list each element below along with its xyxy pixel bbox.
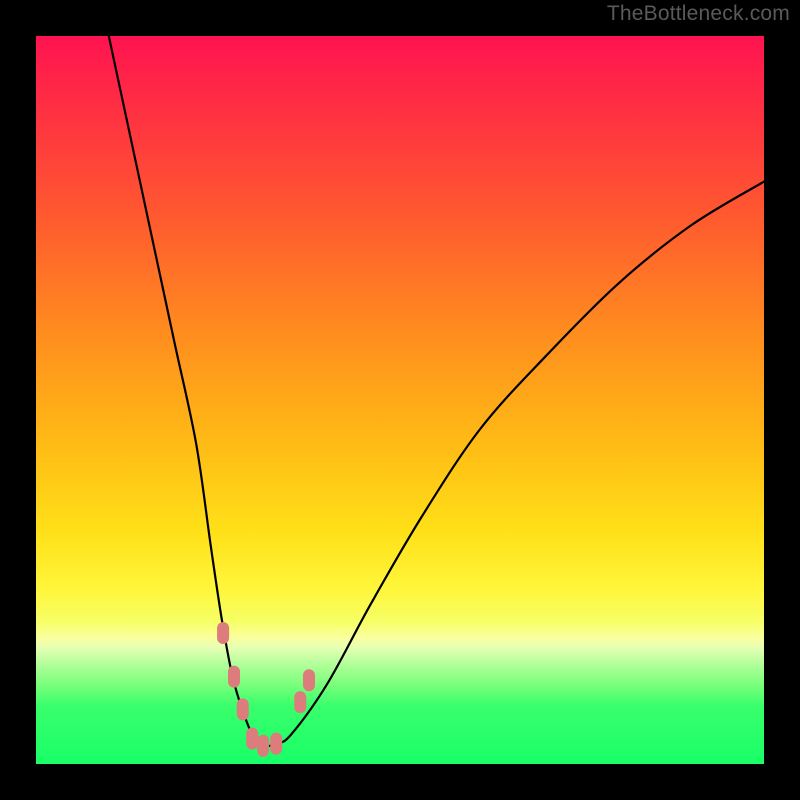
- pink-dot-bottom-2: [257, 735, 269, 757]
- pink-dot-right-2: [303, 669, 315, 691]
- chart-frame: TheBottleneck.com: [0, 0, 800, 800]
- marker-group: [217, 622, 315, 757]
- pink-dot-bottom-3: [270, 733, 282, 755]
- plot-area: [36, 36, 764, 764]
- watermark-text: TheBottleneck.com: [607, 2, 790, 26]
- curve-svg: [36, 36, 764, 764]
- pink-dot-left-1: [217, 622, 229, 644]
- pink-dot-right-1: [294, 691, 306, 713]
- pink-dot-left-2: [228, 666, 240, 688]
- pink-dot-left-3: [237, 698, 249, 720]
- pink-dot-bottom-1: [246, 728, 258, 750]
- bottleneck-curve: [109, 36, 764, 746]
